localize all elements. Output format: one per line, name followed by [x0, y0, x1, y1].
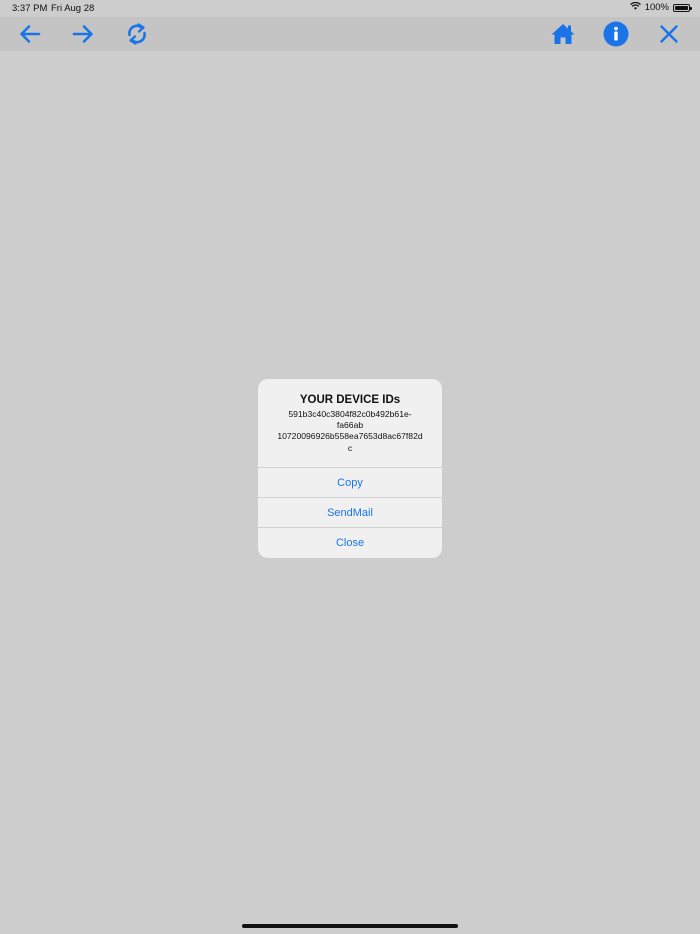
home-indicator	[242, 924, 458, 928]
back-button[interactable]	[12, 17, 48, 51]
alert-message: 591b3c40c3804f82c0b492b61e- fa66ab 10720…	[277, 409, 423, 453]
arrow-right-icon	[71, 23, 95, 45]
device-id-alert: YOUR DEVICE IDs 591b3c40c3804f82c0b492b6…	[258, 379, 442, 558]
toolbar	[0, 17, 700, 51]
status-date: Fri Aug 28	[51, 3, 95, 14]
wifi-icon	[629, 1, 641, 13]
alert-header: YOUR DEVICE IDs 591b3c40c3804f82c0b492b6…	[258, 379, 442, 467]
info-icon	[603, 21, 629, 47]
home-button[interactable]	[545, 17, 581, 51]
close-button[interactable]	[651, 17, 687, 51]
refresh-button[interactable]	[119, 17, 155, 51]
status-bar: 3:37 PM Fri Aug 28 100%	[0, 0, 700, 17]
battery-percent: 100%	[644, 2, 669, 13]
info-button[interactable]	[598, 17, 634, 51]
home-icon	[550, 22, 576, 46]
forward-button[interactable]	[65, 17, 101, 51]
arrow-left-icon	[18, 23, 42, 45]
close-alert-button[interactable]: Close	[258, 527, 442, 558]
status-time: 3:37 PM	[12, 3, 48, 14]
send-mail-button[interactable]: SendMail	[258, 497, 442, 527]
copy-button[interactable]: Copy	[258, 467, 442, 497]
close-icon	[658, 23, 680, 45]
refresh-icon	[125, 22, 149, 46]
battery-icon	[673, 3, 692, 12]
alert-title: YOUR DEVICE IDs	[299, 394, 401, 406]
status-right: 100%	[629, 1, 692, 13]
